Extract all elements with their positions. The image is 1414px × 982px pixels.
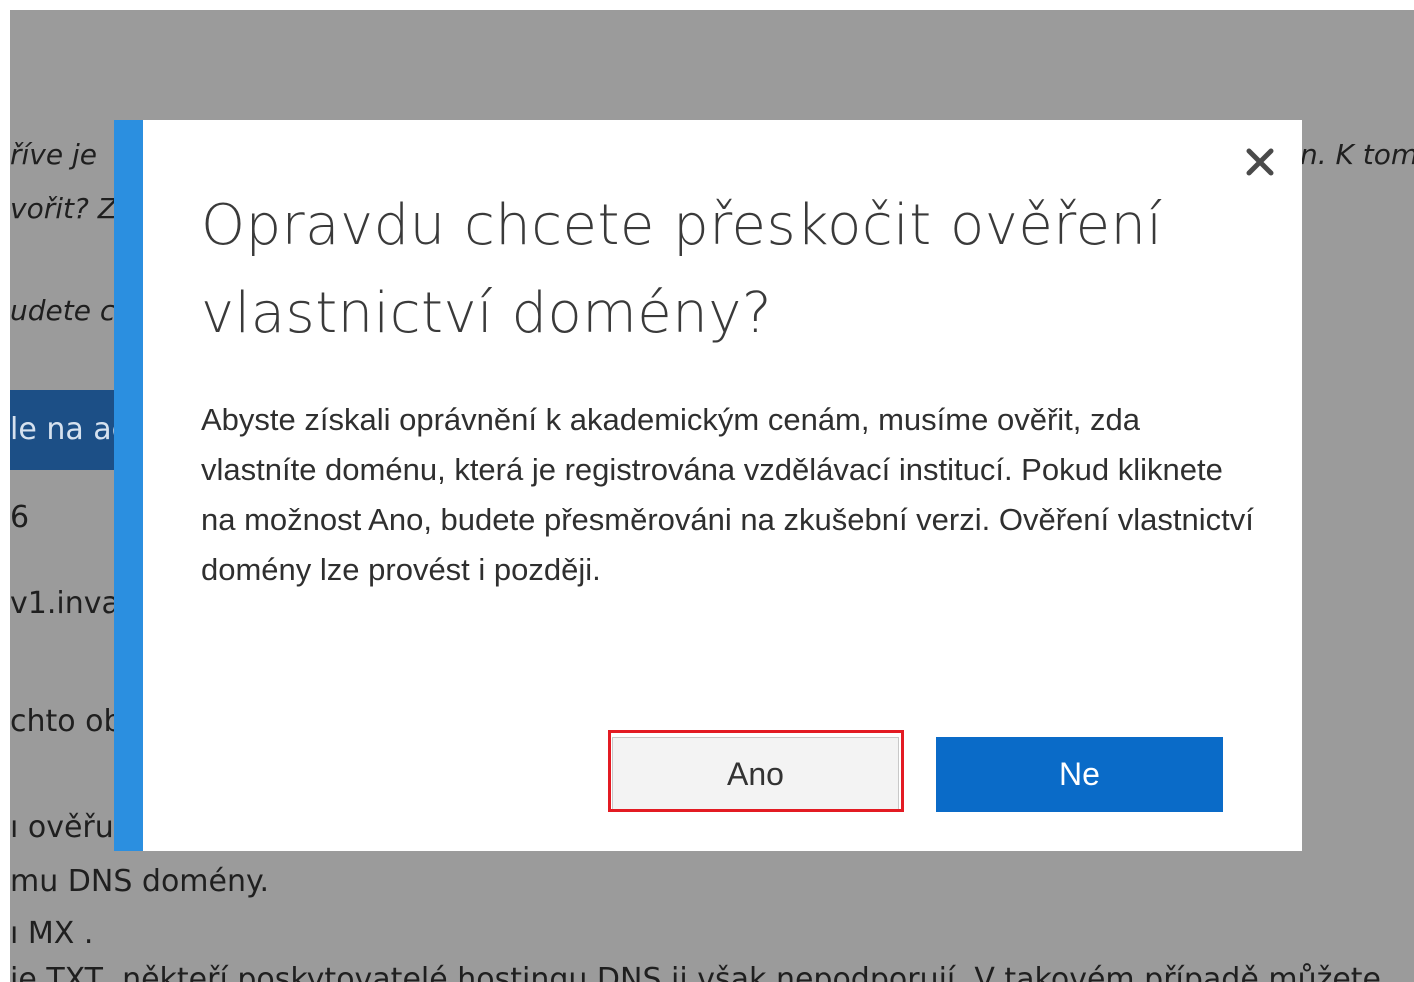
bg-banner-text: le na ac [10,412,129,447]
bg-text-line: říve je [10,138,97,171]
close-button[interactable] [1240,142,1280,182]
bg-text-line: ı ověřu [10,810,114,845]
bg-text-line: n. K tom [1300,138,1414,171]
bg-text-line: vořit? Z [10,192,117,225]
yes-button[interactable]: Ano [612,737,899,812]
bg-text-line: 6 [10,500,30,535]
bg-text-line: mu DNS domény. [10,864,269,899]
bg-text-line: chto ob [10,704,123,739]
confirm-dialog: Opravdu chcete přeskočit ověření vlastni… [114,120,1302,851]
bg-text-line: ı MX . [10,916,94,951]
no-button[interactable]: Ne [936,737,1223,812]
close-icon [1246,148,1274,176]
bg-text-line: udete c [10,294,116,327]
bg-text-line: v1.inva [10,586,120,621]
dialog-title: Opravdu chcete přeskočit ověření vlastni… [201,193,1163,346]
bg-text-line: je TXT, někteří poskytovatelé hostingu D… [10,962,1382,982]
dialog-accent-bar [114,120,143,851]
dialog-message: Abyste získali oprávnění k akademickým c… [201,402,1254,587]
